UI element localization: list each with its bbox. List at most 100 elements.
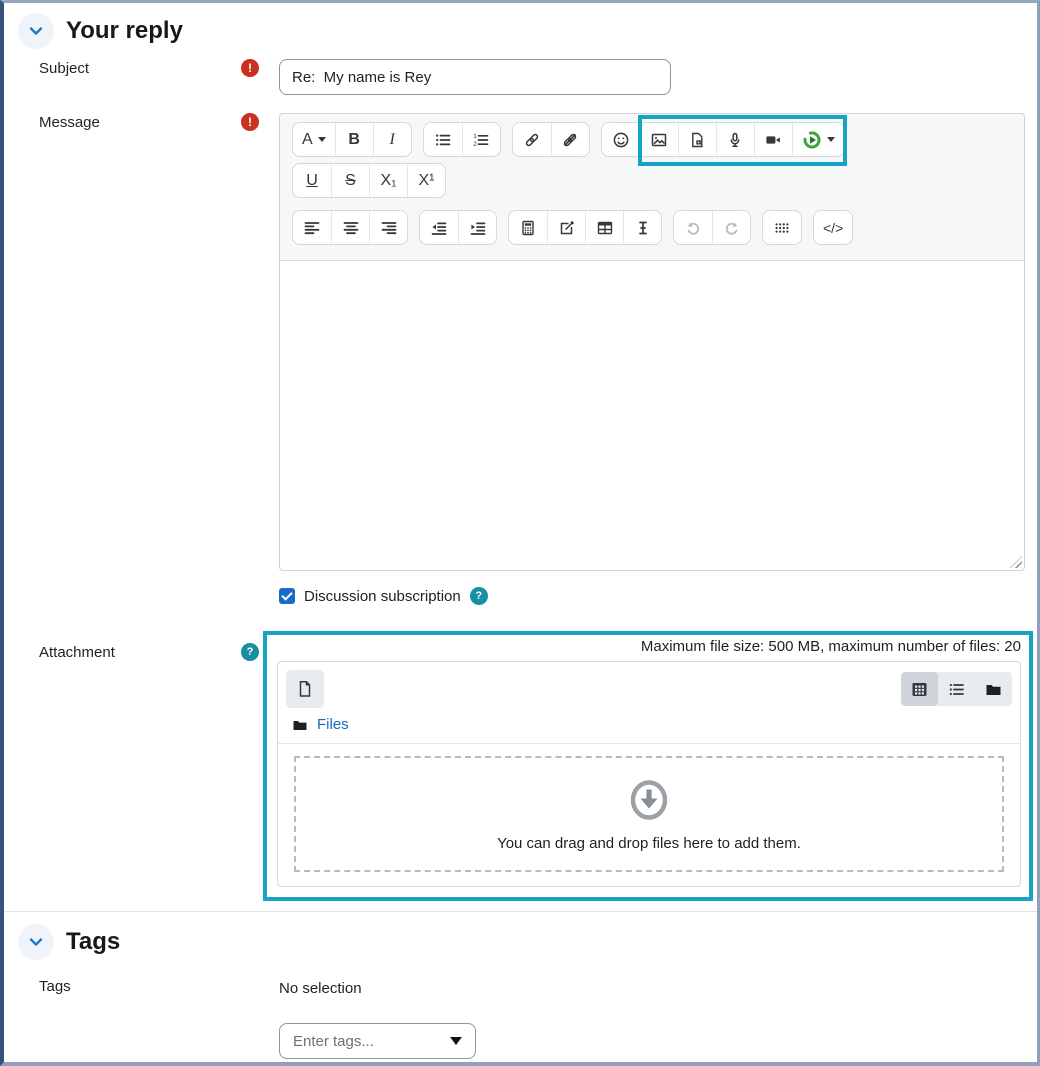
align-left-button[interactable] <box>293 211 331 244</box>
help-icon[interactable] <box>241 643 259 661</box>
numbered-list-button[interactable]: 12 <box>461 123 500 156</box>
message-textarea[interactable] <box>280 260 1024 570</box>
caret-down-icon <box>450 1037 462 1045</box>
folder-icon <box>984 680 1003 699</box>
link-button[interactable] <box>513 123 551 156</box>
text-cursor-icon <box>634 219 652 237</box>
list-view-button[interactable] <box>938 672 975 706</box>
align-right-button[interactable] <box>369 211 407 244</box>
grid-view-icon <box>910 680 929 699</box>
forum-reply-form: Your reply Subject Message A <box>0 0 1040 1066</box>
pencil-square-icon <box>558 219 576 237</box>
resize-handle[interactable] <box>1010 556 1022 568</box>
folder-icon <box>292 717 308 733</box>
unlink-icon <box>561 131 579 149</box>
bullet-list-button[interactable] <box>424 123 462 156</box>
microphone-icon <box>726 131 744 149</box>
file-path-row: Files <box>278 714 1020 744</box>
table-icon <box>596 219 614 237</box>
italic-button[interactable]: I <box>372 123 411 156</box>
accessibility-grid-button[interactable] <box>763 211 801 244</box>
files-breadcrumb-link[interactable]: Files <box>317 716 349 733</box>
image-icon <box>650 131 668 149</box>
required-icon <box>241 113 259 131</box>
chevron-down-icon <box>27 933 45 951</box>
tags-combobox[interactable] <box>279 1023 476 1059</box>
media-group <box>600 115 847 166</box>
text-style-group: U S X₁ X¹ <box>292 163 446 198</box>
align-center-button[interactable] <box>331 211 369 244</box>
history-group <box>673 210 751 245</box>
numbered-list-icon: 12 <box>472 131 490 149</box>
align-center-icon <box>342 219 360 237</box>
redo-icon <box>723 219 741 237</box>
edit-button[interactable] <box>547 211 585 244</box>
clear-formatting-button[interactable] <box>623 211 661 244</box>
tags-title: Tags <box>66 928 121 955</box>
link-group <box>511 122 590 157</box>
dots-grid-icon <box>773 219 791 237</box>
code-icon: </> <box>823 219 844 236</box>
redo-button[interactable] <box>712 211 750 244</box>
icon-view-button[interactable] <box>901 672 938 706</box>
required-icon <box>241 59 259 77</box>
highlighted-media-buttons <box>637 115 847 166</box>
collapse-tags-button[interactable] <box>18 924 54 960</box>
undo-button[interactable] <box>674 211 712 244</box>
tags-label: Tags <box>39 978 71 995</box>
underline-button[interactable]: U <box>293 164 331 197</box>
emoji-button[interactable] <box>602 123 640 156</box>
record-video-button[interactable] <box>753 123 792 156</box>
undo-icon <box>684 219 702 237</box>
tags-input[interactable] <box>293 1032 423 1050</box>
collapse-your-reply-button[interactable] <box>18 13 54 49</box>
dropzone-wrapper: You can drag and drop files here to add … <box>278 744 1020 886</box>
indent-icon <box>469 219 487 237</box>
format-group: A B I <box>292 122 412 157</box>
tags-row: Tags No selection <box>4 978 1037 1059</box>
max-file-note: Maximum file size: 500 MB, maximum numbe… <box>640 638 1021 655</box>
emoji-icon <box>612 131 630 149</box>
insert-media-button[interactable] <box>677 123 716 156</box>
indent-group <box>419 210 497 245</box>
bold-button[interactable]: B <box>334 123 373 156</box>
table-button[interactable] <box>585 211 623 244</box>
subscription-checkbox[interactable] <box>279 588 295 604</box>
superscript-button[interactable]: X¹ <box>407 164 445 197</box>
unlink-button[interactable] <box>550 123 589 156</box>
align-right-icon <box>380 219 398 237</box>
outdent-icon <box>430 219 448 237</box>
subscription-label: Discussion subscription <box>304 587 461 605</box>
indent-button[interactable] <box>458 211 496 244</box>
attachment-label: Attachment <box>39 643 115 661</box>
screen-recording-button[interactable] <box>791 123 844 156</box>
equation-button[interactable] <box>509 211 547 244</box>
help-icon[interactable] <box>469 587 488 605</box>
svg-text:1: 1 <box>473 133 477 140</box>
html-source-button[interactable]: </> <box>814 211 852 244</box>
outdent-button[interactable] <box>420 211 458 244</box>
attachment-highlight-box: Maximum file size: 500 MB, maximum numbe… <box>263 631 1033 901</box>
subscription-row: Discussion subscription <box>279 587 1037 605</box>
record-audio-button[interactable] <box>715 123 754 156</box>
editor-toolbar-row1: A B I 12 U S X₁ X¹ <box>280 114 1024 208</box>
green-record-icon <box>802 130 822 150</box>
align-group <box>292 210 408 245</box>
message-label: Message <box>39 113 100 131</box>
media-document-icon <box>688 131 706 149</box>
list-group: 12 <box>422 122 501 157</box>
view-toggle-group <box>901 672 1012 706</box>
your-reply-header: Your reply <box>4 3 1037 49</box>
caret-down-icon <box>317 137 326 142</box>
subject-input[interactable] <box>279 59 671 95</box>
subscript-button[interactable]: X₁ <box>369 164 407 197</box>
insert-image-button[interactable] <box>639 123 678 156</box>
message-row: Message A B I <box>4 113 1037 571</box>
tree-view-button[interactable] <box>975 672 1012 706</box>
file-manager-toolbar <box>278 662 1020 714</box>
add-file-button[interactable] <box>286 670 324 708</box>
font-style-button[interactable]: A <box>293 123 335 156</box>
strikethrough-button[interactable]: S <box>331 164 369 197</box>
tags-header: Tags <box>4 912 1037 960</box>
file-dropzone[interactable]: You can drag and drop files here to add … <box>294 756 1004 872</box>
